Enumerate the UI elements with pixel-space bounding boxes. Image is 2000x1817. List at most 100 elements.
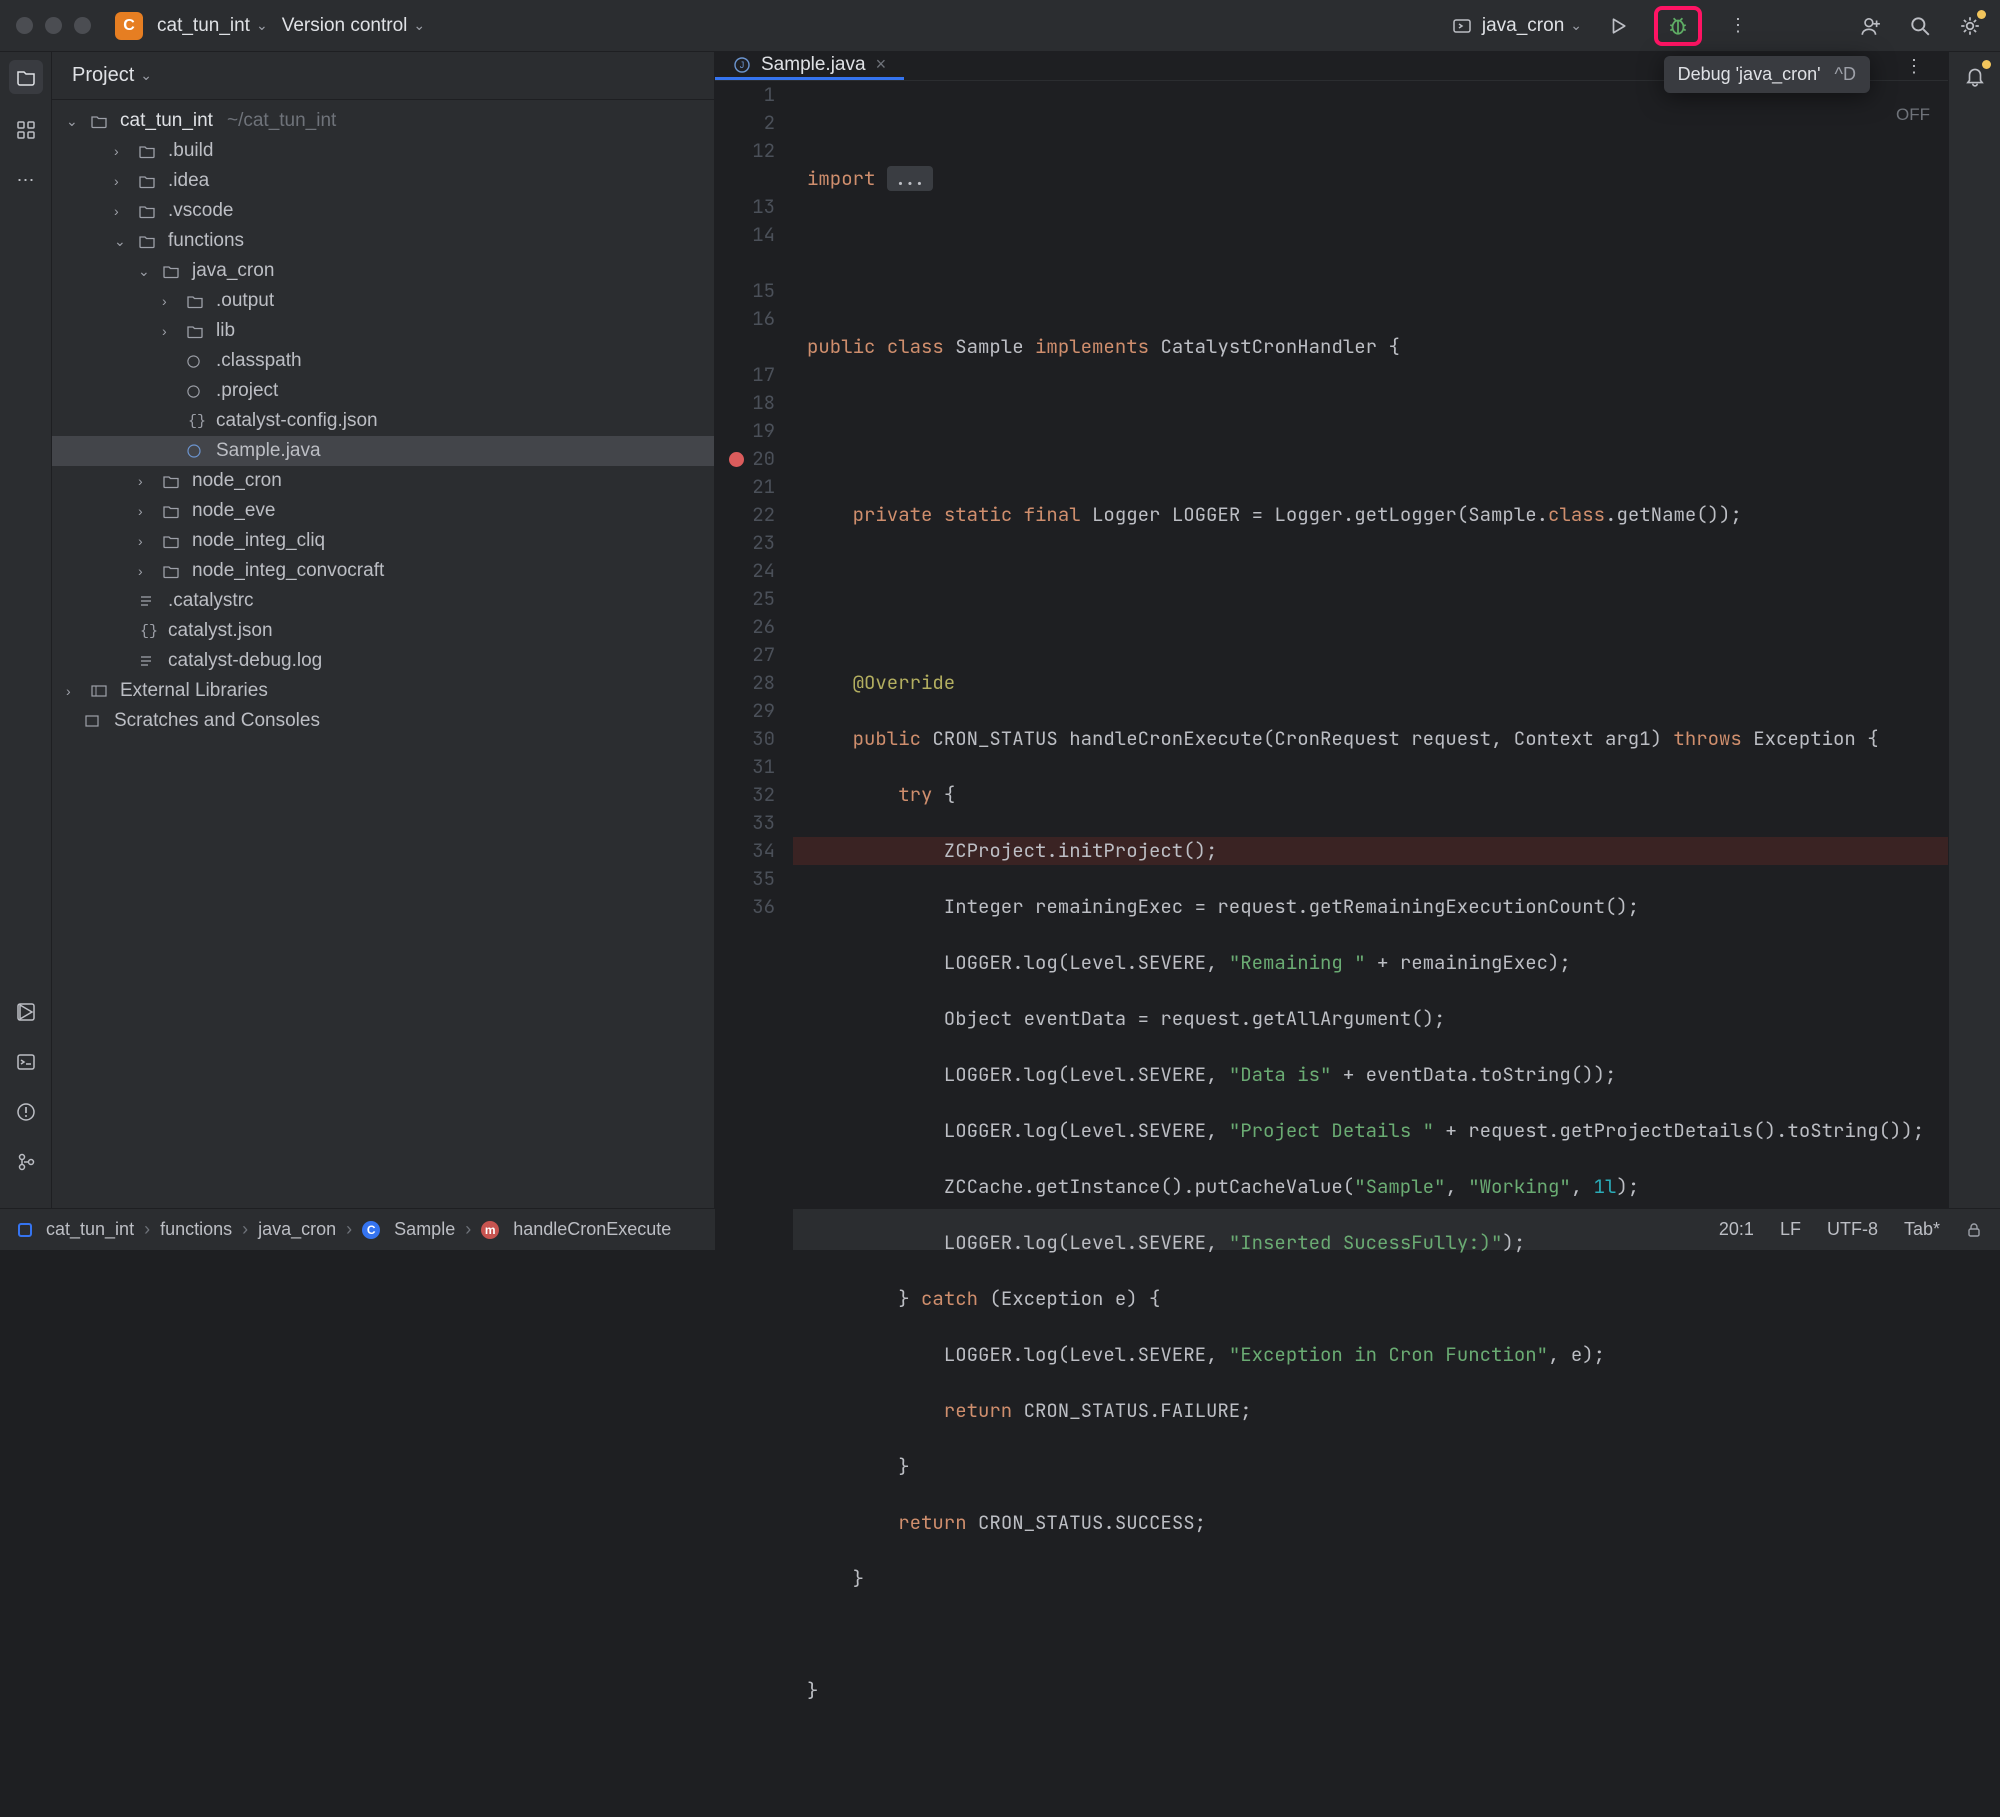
debug-button-highlighted[interactable] <box>1654 6 1702 46</box>
run-config-selector[interactable]: java_cron ⌄ <box>1448 12 1582 40</box>
code-editor[interactable]: 1212131415161718192021222324252627282930… <box>715 81 1948 1817</box>
crumb[interactable]: handleCronExecute <box>513 1219 671 1240</box>
tree-item[interactable]: ›lib <box>52 316 714 346</box>
run-button[interactable] <box>1604 12 1632 40</box>
tree-scratches[interactable]: Scratches and Consoles <box>52 706 714 736</box>
tree-item[interactable]: {}catalyst.json <box>52 616 714 646</box>
crumb[interactable]: java_cron <box>258 1219 336 1240</box>
tree-item[interactable]: .project <box>52 376 714 406</box>
tree-item[interactable]: {}catalyst-config.json <box>52 406 714 436</box>
project-sidebar: Project ⌄ ⌄cat_tun_int~/cat_tun_int›.bui… <box>52 52 715 1208</box>
readonly-lock-icon[interactable] <box>1966 1222 1982 1238</box>
traffic-maximize[interactable] <box>74 17 91 34</box>
breadcrumbs[interactable]: cat_tun_int › functions › java_cron › C … <box>18 1219 671 1240</box>
tree-item[interactable]: catalyst-debug.log <box>52 646 714 676</box>
line-number[interactable]: 16 <box>715 305 793 333</box>
line-number[interactable]: 21 <box>715 473 793 501</box>
tree-item[interactable]: ›.idea <box>52 166 714 196</box>
line-number[interactable]: 25 <box>715 585 793 613</box>
problems-tool-icon[interactable] <box>12 1098 40 1126</box>
line-number[interactable]: 12 <box>715 137 793 165</box>
line-number[interactable]: 2 <box>715 109 793 137</box>
line-number[interactable]: 27 <box>715 641 793 669</box>
line-number[interactable]: 28 <box>715 669 793 697</box>
line-number[interactable]: 36 <box>715 893 793 921</box>
line-number[interactable]: 34 <box>715 837 793 865</box>
bug-icon <box>1664 12 1692 40</box>
tree-item[interactable]: ›.vscode <box>52 196 714 226</box>
crumb[interactable]: functions <box>160 1219 232 1240</box>
line-number[interactable]: 35 <box>715 865 793 893</box>
project-name: cat_tun_int <box>157 15 250 37</box>
close-icon[interactable]: × <box>876 54 887 75</box>
notifications-icon[interactable] <box>1961 62 1989 90</box>
code-with-me-icon[interactable] <box>1856 12 1884 40</box>
vcs-tool-icon[interactable] <box>12 1148 40 1176</box>
line-number[interactable]: 32 <box>715 781 793 809</box>
structure-tool-icon[interactable] <box>12 116 40 144</box>
tree-item[interactable]: ⌄java_cron <box>52 256 714 286</box>
tree-item[interactable]: .catalystrc <box>52 586 714 616</box>
tree-item[interactable]: .classpath <box>52 346 714 376</box>
tree-item[interactable]: ›node_cron <box>52 466 714 496</box>
line-number[interactable]: 20 <box>715 445 793 473</box>
line-number[interactable] <box>715 249 793 277</box>
tree-item[interactable]: ›node_integ_convocraft <box>52 556 714 586</box>
line-number[interactable]: 22 <box>715 501 793 529</box>
crumb[interactable]: Sample <box>394 1219 455 1240</box>
vcs-label: Version control <box>282 15 408 37</box>
line-number[interactable]: 15 <box>715 277 793 305</box>
settings-icon[interactable] <box>1956 12 1984 40</box>
line-number[interactable]: 31 <box>715 753 793 781</box>
line-number[interactable]: 24 <box>715 557 793 585</box>
chevron-down-icon: ⌄ <box>140 67 152 84</box>
line-number[interactable]: 14 <box>715 221 793 249</box>
breakpoint-icon[interactable] <box>729 452 744 467</box>
traffic-close[interactable] <box>16 17 33 34</box>
tree-item[interactable]: Sample.java <box>52 436 714 466</box>
more-tools-icon[interactable]: ⋯ <box>12 166 40 194</box>
traffic-minimize[interactable] <box>45 17 62 34</box>
line-number[interactable]: 13 <box>715 193 793 221</box>
more-actions-button[interactable]: ⋮ <box>1724 12 1752 40</box>
right-tool-strip <box>1948 52 2000 1208</box>
gutter[interactable]: 1212131415161718192021222324252627282930… <box>715 81 793 1817</box>
tree-root[interactable]: ⌄cat_tun_int~/cat_tun_int <box>52 106 714 136</box>
line-number[interactable]: 19 <box>715 417 793 445</box>
project-panel-header[interactable]: Project ⌄ <box>52 52 714 100</box>
line-number[interactable]: 26 <box>715 613 793 641</box>
line-number[interactable]: 17 <box>715 361 793 389</box>
search-icon[interactable] <box>1906 12 1934 40</box>
project-tool-icon[interactable] <box>9 60 43 94</box>
crumb[interactable]: cat_tun_int <box>46 1219 134 1240</box>
code-content[interactable]: import ... public class Sample implement… <box>793 81 1948 1817</box>
tree-item[interactable]: ›node_integ_cliq <box>52 526 714 556</box>
services-tool-icon[interactable] <box>12 998 40 1026</box>
tree-item[interactable]: ⌄functions <box>52 226 714 256</box>
tree-item[interactable]: ›.output <box>52 286 714 316</box>
run-config-icon <box>1448 12 1476 40</box>
tab-sample-java[interactable]: J Sample.java × <box>715 52 904 80</box>
chevron-down-icon: ⌄ <box>1570 17 1582 34</box>
line-number[interactable]: 29 <box>715 697 793 725</box>
project-panel-title: Project <box>72 64 134 87</box>
line-number[interactable]: 30 <box>715 725 793 753</box>
line-number[interactable]: 33 <box>715 809 793 837</box>
line-number[interactable]: 23 <box>715 529 793 557</box>
tree-item[interactable]: ›.build <box>52 136 714 166</box>
line-number[interactable]: 18 <box>715 389 793 417</box>
run-config-name: java_cron <box>1482 15 1564 37</box>
module-icon <box>18 1223 32 1237</box>
tree-external-libs[interactable]: ›External Libraries <box>52 676 714 706</box>
line-number[interactable]: 1 <box>715 81 793 109</box>
tree-item[interactable]: ›node_eve <box>52 496 714 526</box>
tab-more-icon[interactable]: ⋮ <box>1900 52 1928 80</box>
method-icon: m <box>481 1221 499 1239</box>
terminal-tool-icon[interactable] <box>12 1048 40 1076</box>
vcs-selector[interactable]: Version control ⌄ <box>282 15 425 37</box>
line-number[interactable] <box>715 165 793 193</box>
left-tool-strip: ⋯ <box>0 52 52 1208</box>
project-selector[interactable]: cat_tun_int ⌄ <box>157 15 268 37</box>
line-number[interactable] <box>715 333 793 361</box>
tab-label: Sample.java <box>761 54 866 76</box>
